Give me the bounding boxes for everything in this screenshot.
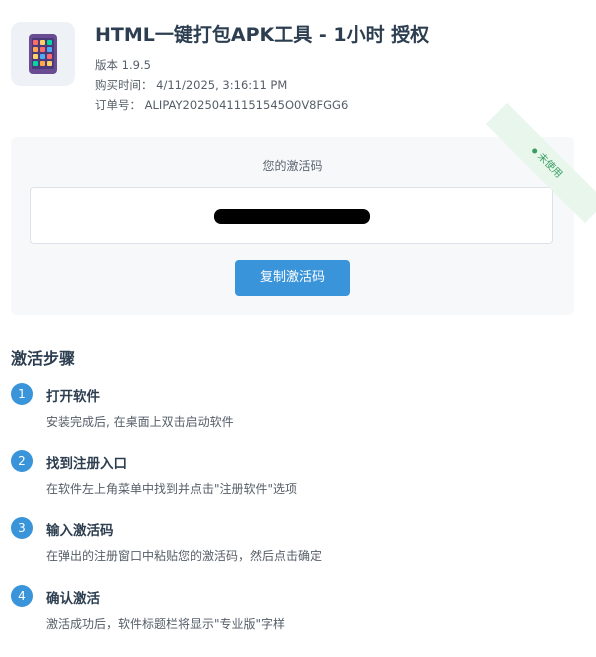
step-description: 在软件左上角菜单中找到并点击"注册软件"选项 <box>46 482 298 496</box>
activation-code-label: 您的激活码 <box>262 159 323 173</box>
copy-activation-code-button[interactable]: 复制激活码 <box>235 260 350 296</box>
purchase-time: 购买时间： 4/11/2025, 3:16:11 PM <box>95 78 288 92</box>
product-header: HTML一键打包APK工具 - 1小时 授权 版本 1.9.5 购买时间： 4/… <box>11 22 429 115</box>
activation-code-box[interactable] <box>30 187 553 244</box>
step-description: 在弹出的注册窗口中粘贴您的激活码，然后点击确定 <box>46 549 323 563</box>
activation-code-panel: 您的激活码 复制激活码 <box>11 137 574 315</box>
step-number: 2 <box>11 450 33 472</box>
step-title: 确认激活 <box>46 591 100 607</box>
status-text: 未使用 <box>535 151 565 181</box>
steps-heading: 激活步骤 <box>11 349 76 368</box>
product-version: 版本 1.9.5 <box>95 58 151 72</box>
phone-app-icon <box>29 34 57 74</box>
step-number: 4 <box>11 585 33 607</box>
activation-code-value[interactable] <box>214 209 370 224</box>
status-dot-icon <box>531 146 539 154</box>
step-number: 1 <box>11 383 33 405</box>
step-number: 3 <box>11 517 33 539</box>
step-title: 打开软件 <box>46 389 100 405</box>
step-title: 输入激活码 <box>46 523 114 539</box>
step-description: 安装完成后, 在桌面上双击启动软件 <box>46 415 234 429</box>
step-description: 激活成功后，软件标题栏将显示"专业版"字样 <box>46 617 286 631</box>
product-info: HTML一键打包APK工具 - 1小时 授权 版本 1.9.5 购买时间： 4/… <box>95 22 429 115</box>
order-number: 订单号： ALIPAY20250411151545O0V8FGG6 <box>95 98 349 112</box>
product-icon-tile <box>11 22 75 86</box>
product-title: HTML一键打包APK工具 - 1小时 授权 <box>95 24 430 46</box>
step-title: 找到注册入口 <box>46 456 127 472</box>
